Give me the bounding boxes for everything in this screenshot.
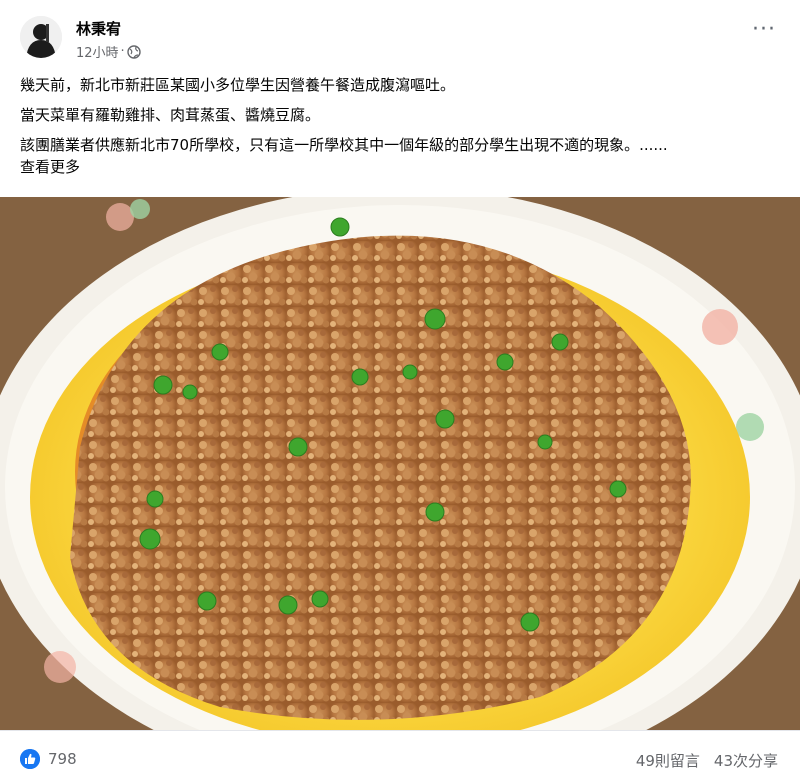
post-image[interactable]	[0, 197, 800, 730]
post-footer: 798 49則留言 43次分享	[0, 730, 800, 784]
post-header: 林秉宥 12小時 · ···	[0, 0, 800, 70]
post-time[interactable]: 12小時	[76, 42, 119, 61]
more-icon[interactable]: ···	[752, 19, 776, 41]
post-paragraph-1: 幾天前，新北市新莊區某國小多位學生因營養午餐造成腹瀉嘔吐。	[20, 76, 456, 94]
see-more-link[interactable]: 查看更多	[20, 156, 780, 178]
comment-count[interactable]: 49則留言	[636, 750, 700, 771]
post-paragraph-3: 該團膳業者供應新北市70所學校，只有這一所學校其中一個年級的部分學生出現不適的現…	[20, 136, 668, 154]
meta-separator: ·	[120, 44, 125, 59]
like-icon	[20, 749, 40, 769]
avatar[interactable]	[20, 16, 62, 58]
globe-icon	[126, 44, 141, 59]
post-body: 幾天前，新北市新莊區某國小多位學生因營養午餐造成腹瀉嘔吐。 當天菜單有羅勒雞排、…	[20, 74, 780, 178]
author-name[interactable]: 林秉宥	[76, 18, 121, 39]
post-paragraph-2: 當天菜單有羅勒雞排、肉茸蒸蛋、醬燒豆腐。	[20, 106, 321, 124]
post-stats: 49則留言 43次分享	[636, 750, 778, 771]
post-meta: 12小時 ·	[76, 42, 141, 61]
like-count[interactable]: 798	[48, 750, 77, 768]
share-count[interactable]: 43次分享	[714, 750, 778, 771]
